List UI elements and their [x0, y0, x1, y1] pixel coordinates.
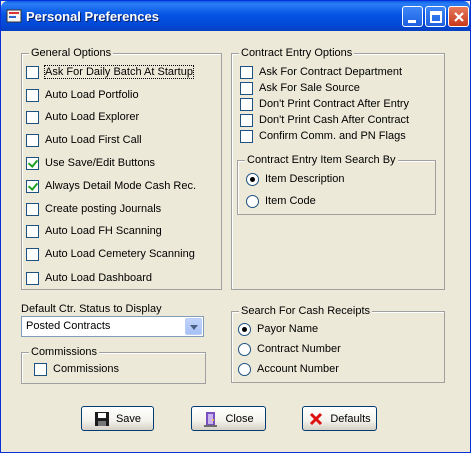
checkbox-label: Auto Load Portfolio [45, 89, 139, 101]
save-button-label: Save [115, 412, 142, 425]
checkbox-label: Auto Load Explorer [45, 111, 140, 123]
radio-circle[interactable] [246, 172, 259, 186]
default-status-label: Default Ctr. Status to Display [21, 303, 162, 315]
checkbox-label: Confirm Comm. and PN Flags [259, 130, 406, 142]
save-button[interactable]: Save [81, 406, 154, 431]
app-icon [6, 9, 22, 23]
checkbox-box[interactable] [26, 156, 39, 170]
checkbox-label: Ask For Daily Batch At Startup [44, 65, 194, 79]
radio-payor-name[interactable]: Payor Name [238, 322, 318, 336]
checkbox-box[interactable] [26, 110, 39, 124]
chevron-down-icon[interactable] [185, 318, 202, 335]
checkbox-auto-load-dashboard[interactable]: Auto Load Dashboard [26, 271, 152, 285]
checkbox-box[interactable] [34, 362, 47, 376]
checkbox-box[interactable] [240, 81, 253, 95]
checkbox-label: Ask For Sale Source [259, 82, 360, 94]
checkbox-label: Auto Load First Call [45, 134, 142, 146]
checkbox-use-save-edit-buttons[interactable]: Use Save/Edit Buttons [26, 156, 155, 170]
checkbox-box[interactable] [26, 271, 39, 285]
checkbox-label: Auto Load FH Scanning [45, 225, 162, 237]
checkbox-ask-sale-source[interactable]: Ask For Sale Source [240, 81, 360, 95]
checkbox-label: Ask For Contract Department [259, 66, 403, 78]
defaults-button[interactable]: Defaults [302, 406, 377, 431]
checkbox-box[interactable] [240, 65, 253, 79]
checkbox-box[interactable] [240, 113, 253, 127]
checkbox-label: Use Save/Edit Buttons [45, 157, 156, 169]
close-icon [454, 12, 464, 22]
checkbox-auto-load-cemetery-scanning[interactable]: Auto Load Cemetery Scanning [26, 247, 195, 261]
checkbox-create-posting-journals[interactable]: Create posting Journals [26, 202, 161, 216]
floppy-disk-icon [94, 411, 109, 426]
checkbox-label: Don't Print Contract After Entry [259, 98, 410, 110]
checkbox-ask-daily-batch[interactable]: Ask For Daily Batch At Startup [26, 65, 194, 79]
radio-account-number[interactable]: Account Number [238, 362, 339, 376]
checkbox-auto-load-first-call[interactable]: Auto Load First Call [26, 133, 142, 147]
radio-circle[interactable] [238, 322, 251, 336]
cash-receipts-search-title: Search For Cash Receipts [239, 305, 372, 317]
default-status-select[interactable]: Posted Contracts [21, 316, 204, 337]
radio-label: Item Code [265, 195, 316, 207]
close-button-label: Close [225, 412, 254, 425]
checkbox-label: Create posting Journals [45, 203, 162, 215]
checkbox-auto-load-portfolio[interactable]: Auto Load Portfolio [26, 88, 139, 102]
checkbox-ask-contract-department[interactable]: Ask For Contract Department [240, 65, 402, 79]
checkbox-label: Auto Load Dashboard [45, 272, 153, 284]
red-x-icon [310, 412, 323, 425]
radio-circle[interactable] [238, 362, 251, 376]
maximize-icon [430, 11, 442, 23]
item-search-by-title: Contract Entry Item Search By [245, 154, 398, 166]
radio-item-description[interactable]: Item Description [246, 172, 344, 186]
minimize-icon [408, 20, 416, 23]
preferences-window: Personal Preferences General Options Ask… [0, 0, 471, 453]
radio-contract-number[interactable]: Contract Number [238, 342, 341, 356]
close-window-button[interactable] [448, 6, 469, 27]
general-options-title: General Options [29, 47, 114, 59]
checkbox-auto-load-explorer[interactable]: Auto Load Explorer [26, 110, 139, 124]
window-title: Personal Preferences [26, 9, 159, 24]
checkbox-label: Commissions [53, 363, 120, 375]
defaults-button-label: Defaults [330, 412, 371, 425]
checkbox-label: Auto Load Cemetery Scanning [45, 248, 195, 260]
checkbox-box[interactable] [26, 247, 39, 261]
commissions-title: Commissions [29, 346, 100, 358]
checkbox-commissions[interactable]: Commissions [34, 362, 119, 376]
checkbox-confirm-comm-pn-flags[interactable]: Confirm Comm. and PN Flags [240, 129, 406, 143]
checkbox-label: Always Detail Mode Cash Rec. [45, 180, 197, 192]
checkbox-dont-print-cash[interactable]: Don't Print Cash After Contract [240, 113, 409, 127]
title-bar[interactable]: Personal Preferences [1, 1, 470, 31]
default-status-value: Posted Contracts [26, 320, 111, 332]
checkbox-box[interactable] [26, 88, 39, 102]
radio-label: Item Description [265, 173, 345, 185]
radio-circle[interactable] [246, 194, 259, 208]
checkbox-box[interactable] [240, 97, 253, 111]
checkbox-box[interactable] [26, 133, 39, 147]
checkbox-box[interactable] [26, 224, 39, 238]
radio-label: Contract Number [257, 343, 341, 355]
checkbox-dont-print-contract[interactable]: Don't Print Contract After Entry [240, 97, 409, 111]
checkbox-auto-load-fh-scanning[interactable]: Auto Load FH Scanning [26, 224, 162, 238]
close-button[interactable]: Close [191, 406, 266, 431]
contract-entry-options-title: Contract Entry Options [239, 47, 355, 59]
checkbox-box[interactable] [26, 202, 39, 216]
maximize-button[interactable] [425, 6, 446, 27]
radio-label: Payor Name [257, 323, 319, 335]
checkbox-box[interactable] [26, 65, 39, 79]
checkbox-always-detail-mode[interactable]: Always Detail Mode Cash Rec. [26, 179, 196, 193]
minimize-button[interactable] [402, 6, 423, 27]
radio-item-code[interactable]: Item Code [246, 194, 316, 208]
checkbox-label: Don't Print Cash After Contract [259, 114, 410, 126]
checkbox-box[interactable] [240, 129, 253, 143]
door-exit-icon [204, 411, 218, 427]
radio-circle[interactable] [238, 342, 251, 356]
checkbox-box[interactable] [26, 179, 39, 193]
radio-label: Account Number [257, 363, 339, 375]
